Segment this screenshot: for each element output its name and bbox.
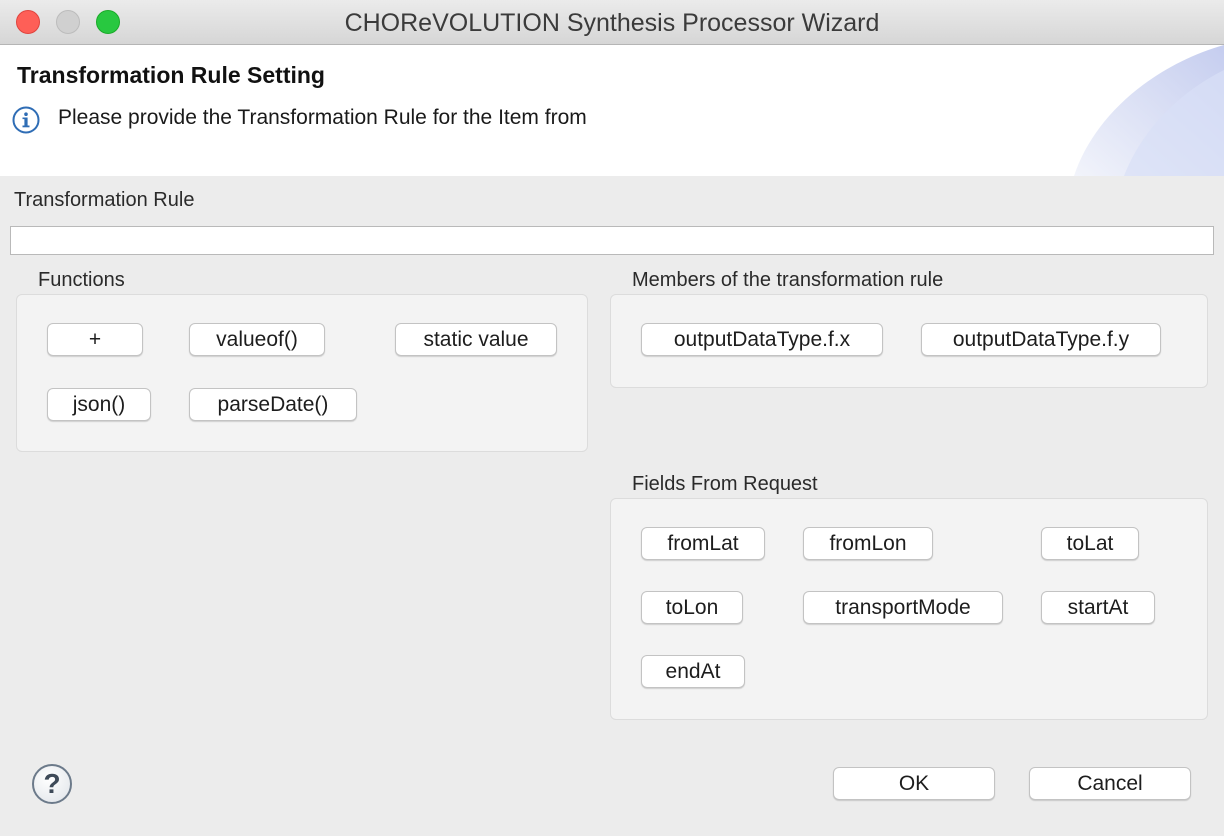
field-fromlat-button[interactable]: fromLat bbox=[641, 527, 765, 560]
functions-label: Functions bbox=[38, 269, 125, 291]
member-output-x-button[interactable]: outputDataType.f.x bbox=[641, 323, 883, 356]
page-heading: Transformation Rule Setting bbox=[17, 62, 325, 88]
functions-group bbox=[16, 294, 588, 452]
window-titlebar: CHOReVOLUTION Synthesis Processor Wizard bbox=[0, 0, 1224, 45]
function-plus-button[interactable]: + bbox=[47, 323, 143, 356]
transformation-rule-input[interactable] bbox=[10, 226, 1214, 255]
cancel-button[interactable]: Cancel bbox=[1029, 767, 1191, 800]
field-startat-button[interactable]: startAt bbox=[1041, 591, 1155, 624]
field-endat-button[interactable]: endAt bbox=[641, 655, 745, 688]
field-tolon-button[interactable]: toLon bbox=[641, 591, 743, 624]
header-decoration-icon bbox=[1074, 45, 1224, 176]
function-json-button[interactable]: json() bbox=[47, 388, 151, 421]
function-static-value-button[interactable]: static value bbox=[395, 323, 557, 356]
function-parsedate-button[interactable]: parseDate() bbox=[189, 388, 357, 421]
window-title: CHOReVOLUTION Synthesis Processor Wizard bbox=[344, 9, 880, 37]
fields-label: Fields From Request bbox=[632, 473, 818, 495]
ok-button[interactable]: OK bbox=[833, 767, 995, 800]
info-icon bbox=[12, 106, 40, 134]
field-fromlon-button[interactable]: fromLon bbox=[803, 527, 933, 560]
field-tolat-button[interactable]: toLat bbox=[1041, 527, 1139, 560]
member-output-y-button[interactable]: outputDataType.f.y bbox=[921, 323, 1161, 356]
function-valueof-button[interactable]: valueof() bbox=[189, 323, 325, 356]
field-transportmode-button[interactable]: transportMode bbox=[803, 591, 1003, 624]
transformation-rule-label: Transformation Rule bbox=[14, 189, 195, 211]
info-message: Please provide the Transformation Rule f… bbox=[58, 106, 587, 129]
members-label: Members of the transformation rule bbox=[632, 269, 944, 291]
question-mark-icon[interactable]: ? bbox=[32, 764, 72, 804]
